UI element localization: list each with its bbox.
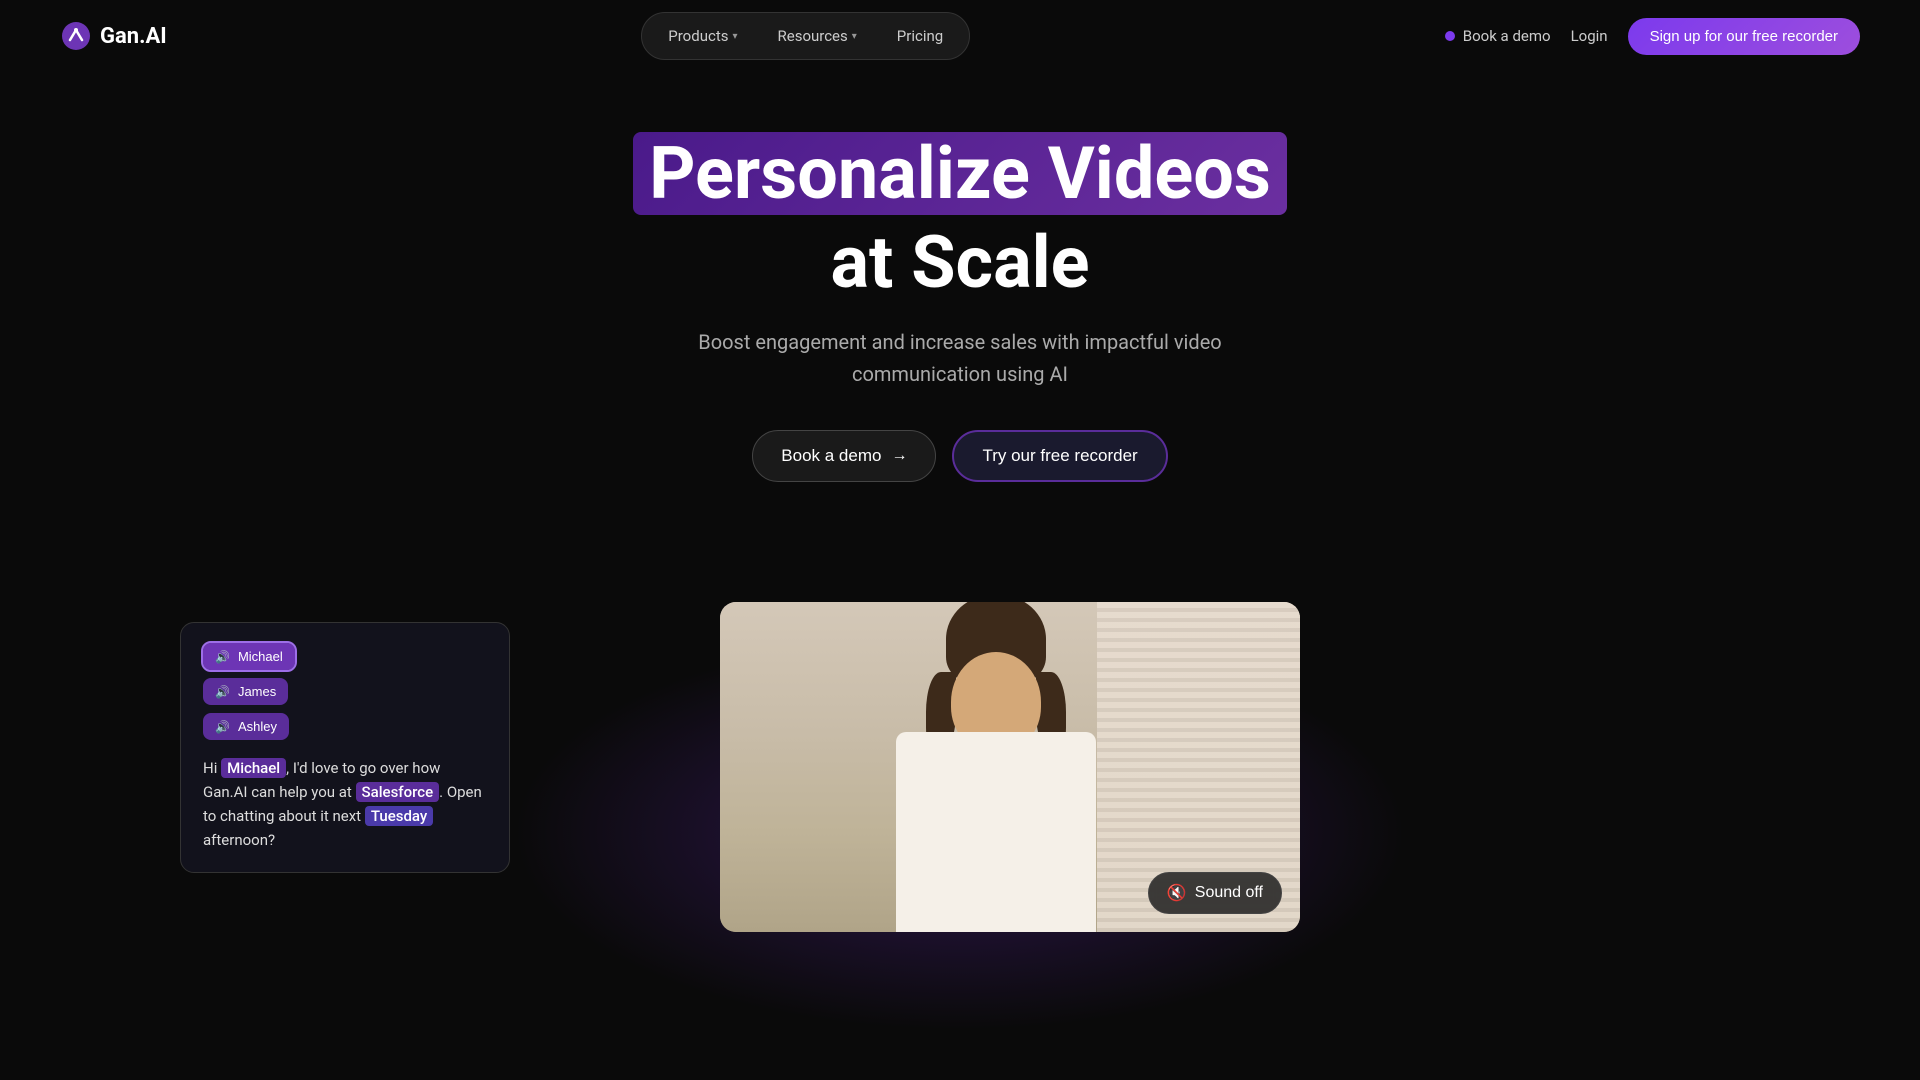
signup-button[interactable]: Sign up for our free recorder <box>1628 18 1860 55</box>
mute-icon: 🔇 <box>1167 883 1187 903</box>
hero-buttons: Book a demo → Try our free recorder <box>20 430 1900 482</box>
persona-card: 🔊 Michael 🔊 James 🔊 Ashley Hi Michael, I… <box>180 622 510 873</box>
speech-company-highlight: Salesforce <box>356 782 440 802</box>
video-player[interactable]: 🔇 Sound off <box>720 602 1300 932</box>
speaker-icon: 🔊 <box>215 685 230 699</box>
speaker-icon: 🔊 <box>215 720 230 734</box>
logo[interactable]: Gan.AI <box>60 20 167 52</box>
sound-off-button[interactable]: 🔇 Sound off <box>1148 872 1282 914</box>
login-link[interactable]: Login <box>1571 27 1608 45</box>
live-dot-icon <box>1445 31 1455 41</box>
speech-day-highlight: Tuesday <box>365 806 433 826</box>
hero-section: Personalize Videos at Scale Boost engage… <box>0 72 1920 582</box>
speech-name-highlight: Michael <box>221 758 286 778</box>
chevron-down-icon: ▾ <box>852 31 857 42</box>
persona-ashley-button[interactable]: 🔊 Ashley <box>203 713 289 740</box>
book-demo-link[interactable]: Book a demo <box>1445 27 1551 45</box>
persona-james-button[interactable]: 🔊 James <box>203 678 288 705</box>
persona-names-list: 🔊 Michael 🔊 James 🔊 Ashley <box>203 643 487 740</box>
hero-title-line1: Personalize Videos <box>20 132 1900 215</box>
nav-center: Products ▾ Resources ▾ Pricing <box>641 12 970 60</box>
nav-resources[interactable]: Resources ▾ <box>760 19 875 53</box>
speaker-icon: 🔊 <box>215 650 230 664</box>
chevron-down-icon: ▾ <box>732 31 737 42</box>
navbar: Gan.AI Products ▾ Resources ▾ Pricing Bo… <box>0 0 1920 72</box>
arrow-right-icon: → <box>891 447 907 465</box>
video-section: 🔊 Michael 🔊 James 🔊 Ashley Hi Michael, I… <box>0 602 1920 932</box>
hero-highlight: Personalize Videos <box>633 132 1287 215</box>
book-demo-button[interactable]: Book a demo → <box>752 430 936 482</box>
hero-subtitle: Boost engagement and increase sales with… <box>20 326 1900 390</box>
person-figure <box>856 622 1136 932</box>
nav-pricing[interactable]: Pricing <box>879 19 961 53</box>
try-recorder-button[interactable]: Try our free recorder <box>952 430 1167 482</box>
speech-text: Hi Michael, I'd love to go over how Gan.… <box>203 756 487 852</box>
logo-text: Gan.AI <box>100 24 167 49</box>
nav-products[interactable]: Products ▾ <box>650 19 755 53</box>
persona-michael-button[interactable]: 🔊 Michael <box>203 643 295 670</box>
person-body <box>896 732 1096 932</box>
nav-right: Book a demo Login Sign up for our free r… <box>1445 18 1860 55</box>
hero-title-line2: at Scale <box>20 223 1900 302</box>
